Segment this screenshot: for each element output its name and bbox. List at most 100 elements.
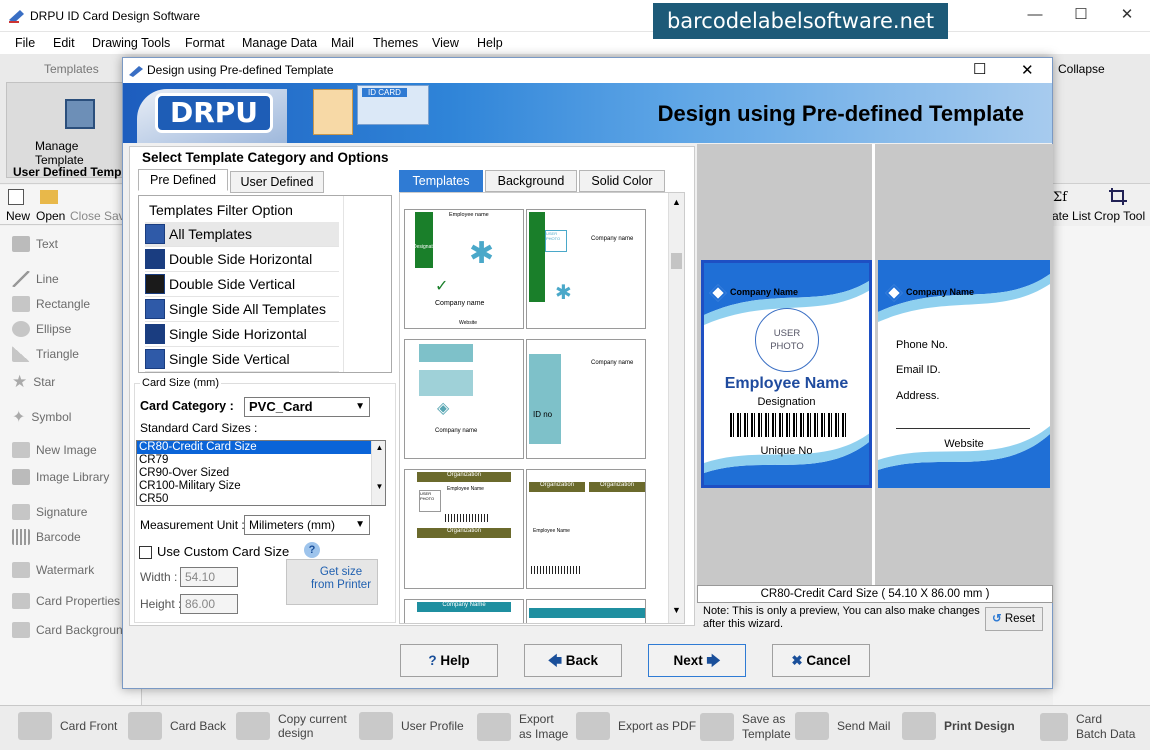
size-option[interactable]: CR100-Military Size <box>137 480 385 493</box>
menu-edit[interactable]: Edit <box>53 36 75 50</box>
cancel-button[interactable]: ✖ Cancel <box>772 644 870 677</box>
standard-sizes-list[interactable]: CR80-Credit Card Size CR79 CR90-Over Siz… <box>136 440 386 506</box>
tab-solid-color[interactable]: Solid Color <box>579 170 665 192</box>
export-image-button[interactable]: Export as Image <box>477 712 569 742</box>
minimize-icon[interactable]: — <box>1012 0 1058 30</box>
manage-template-icon[interactable] <box>65 99 95 129</box>
tab-user-defined[interactable]: User Defined <box>230 171 324 193</box>
back-button[interactable]: 🡄 Back <box>524 644 622 677</box>
filter-double-side-vertical[interactable]: Double Side Vertical <box>145 272 339 297</box>
tool-symbol[interactable]: ✦ Symbol <box>12 407 71 427</box>
template-list-icon[interactable]: Σf <box>1053 188 1071 204</box>
tab-pre-defined[interactable]: Pre Defined <box>138 169 228 191</box>
close-button[interactable]: Close <box>70 209 101 223</box>
next-button[interactable]: Next 🡆 <box>648 644 746 677</box>
open-button[interactable]: Open <box>36 209 65 223</box>
close-icon[interactable]: ✕ <box>1104 0 1150 30</box>
template-thumb[interactable]: Designation Employee name ✱ ✓ Company na… <box>404 209 524 329</box>
preview-divider <box>872 144 875 596</box>
tool-line[interactable]: Line <box>12 271 59 287</box>
size-option[interactable]: CR90-Over Sized <box>137 467 385 480</box>
ribbon-collapse[interactable]: Collapse <box>1058 62 1105 76</box>
menu-help[interactable]: Help <box>477 36 503 50</box>
tool-new-image[interactable]: New Image <box>12 442 97 458</box>
copy-design-button[interactable]: Copy current design <box>236 712 356 740</box>
dialog-maximize-icon[interactable]: ☐ <box>973 60 986 78</box>
scroll-up-icon[interactable]: ▲ <box>672 197 681 207</box>
template-thumb[interactable]: Company Name <box>404 599 524 623</box>
tool-triangle[interactable]: Triangle <box>12 346 79 362</box>
template-thumb[interactable]: Organization Organization Employee Name <box>526 469 646 589</box>
crop-icon[interactable] <box>1108 187 1128 205</box>
measurement-select[interactable]: Milimeters (mm) ▼ <box>244 515 370 535</box>
open-folder-icon[interactable] <box>40 190 58 204</box>
tool-image-library[interactable]: Image Library <box>12 469 109 485</box>
template-thumb[interactable]: USER PHOTO Company name ✱ <box>526 209 646 329</box>
filter-double-side-horizontal[interactable]: Double Side Horizontal <box>145 247 339 272</box>
filter-all-templates[interactable]: All Templates <box>145 222 339 247</box>
card-front-button[interactable]: Card Front <box>18 712 117 740</box>
tool-signature[interactable]: Signature <box>12 504 87 520</box>
tool-card-properties[interactable]: Card Properties <box>12 593 120 609</box>
filter-single-side-vertical[interactable]: Single Side Vertical <box>145 347 339 372</box>
card-back-button[interactable]: Card Back <box>128 712 226 740</box>
dialog-close-icon[interactable]: ✕ <box>1021 61 1034 79</box>
gallery-scrollbar[interactable]: ▲ ▼ <box>668 193 684 623</box>
template-thumb[interactable]: ID no Company name <box>526 339 646 459</box>
crop-tool-button[interactable]: Crop Tool <box>1094 209 1145 223</box>
tool-ellipse[interactable]: Ellipse <box>12 321 71 337</box>
manage-template-button[interactable]: Manage Template <box>35 139 123 167</box>
get-size-button[interactable]: Get size from Printer <box>286 559 378 605</box>
menu-themes[interactable]: Themes <box>373 36 418 50</box>
filter-single-side-horizontal[interactable]: Single Side Horizontal <box>145 322 339 347</box>
height-stepper[interactable]: 86.00 <box>180 594 238 614</box>
custom-size-checkbox[interactable] <box>139 546 152 559</box>
menu-drawing-tools[interactable]: Drawing Tools <box>92 36 170 50</box>
list-scrollbar[interactable]: ▲ ▼ <box>371 441 385 505</box>
export-pdf-button[interactable]: Export as PDF <box>576 712 696 740</box>
tool-text[interactable]: Text <box>12 236 58 252</box>
filter-single-side-all[interactable]: Single Side All Templates <box>145 297 339 322</box>
tool-barcode[interactable]: Barcode <box>12 529 81 545</box>
save-template-button[interactable]: Save as Template <box>700 712 794 742</box>
print-design-button[interactable]: Print Design <box>902 712 1015 740</box>
card-batch-data-button[interactable]: Card Batch Data <box>1040 712 1136 742</box>
user-profile-button[interactable]: User Profile <box>359 712 464 740</box>
card-size-group-label: Card Size (mm) <box>140 377 222 389</box>
template-thumb[interactable] <box>526 599 646 623</box>
menu-mail[interactable]: Mail <box>331 36 354 50</box>
reset-button[interactable]: ↺ Reset <box>985 607 1043 631</box>
quick-toolbar: New Open Close Sav <box>0 185 142 225</box>
menu-view[interactable]: View <box>432 36 459 50</box>
menu-manage-data[interactable]: Manage Data <box>242 36 317 50</box>
maximize-icon[interactable]: ☐ <box>1058 0 1104 30</box>
menu-format[interactable]: Format <box>185 36 225 50</box>
tab-templates[interactable]: Templates <box>399 170 483 192</box>
send-mail-button[interactable]: Send Mail <box>795 712 890 740</box>
help-icon[interactable]: ? <box>304 542 320 558</box>
section-heading: Select Template Category and Options <box>142 150 389 165</box>
tool-watermark[interactable]: Watermark <box>12 562 94 578</box>
new-button[interactable]: New <box>6 209 30 223</box>
template-thumb[interactable]: ◈ Company name <box>404 339 524 459</box>
help-button[interactable]: ? Help <box>400 644 498 677</box>
template-thumb[interactable]: Organization Organization USER PHOTO Emp… <box>404 469 524 589</box>
tool-star[interactable]: ★ Star <box>12 372 55 392</box>
ribbon-templates-tab[interactable]: Templates <box>44 62 99 76</box>
scroll-down-icon[interactable]: ▼ <box>672 605 681 615</box>
menu-file[interactable]: File <box>15 36 35 50</box>
tab-background[interactable]: Background <box>485 170 577 192</box>
new-file-icon[interactable] <box>8 189 24 205</box>
front-designation: Designation <box>757 396 816 408</box>
size-option[interactable]: CR80-Credit Card Size <box>137 441 385 454</box>
width-stepper[interactable]: 54.10 <box>180 567 238 587</box>
card-category-select[interactable]: PVC_Card ▼ <box>244 397 370 417</box>
banner-card-icon-2: ID CARD <box>357 85 429 125</box>
template-type-icon <box>145 349 165 369</box>
size-option[interactable]: CR50 <box>137 493 385 506</box>
tool-rectangle[interactable]: Rectangle <box>12 296 90 312</box>
template-list-button[interactable]: ate List <box>1052 209 1091 223</box>
copy-icon <box>236 712 270 740</box>
tool-card-background[interactable]: Card Backgroun <box>12 622 123 638</box>
size-option[interactable]: CR79 <box>137 454 385 467</box>
